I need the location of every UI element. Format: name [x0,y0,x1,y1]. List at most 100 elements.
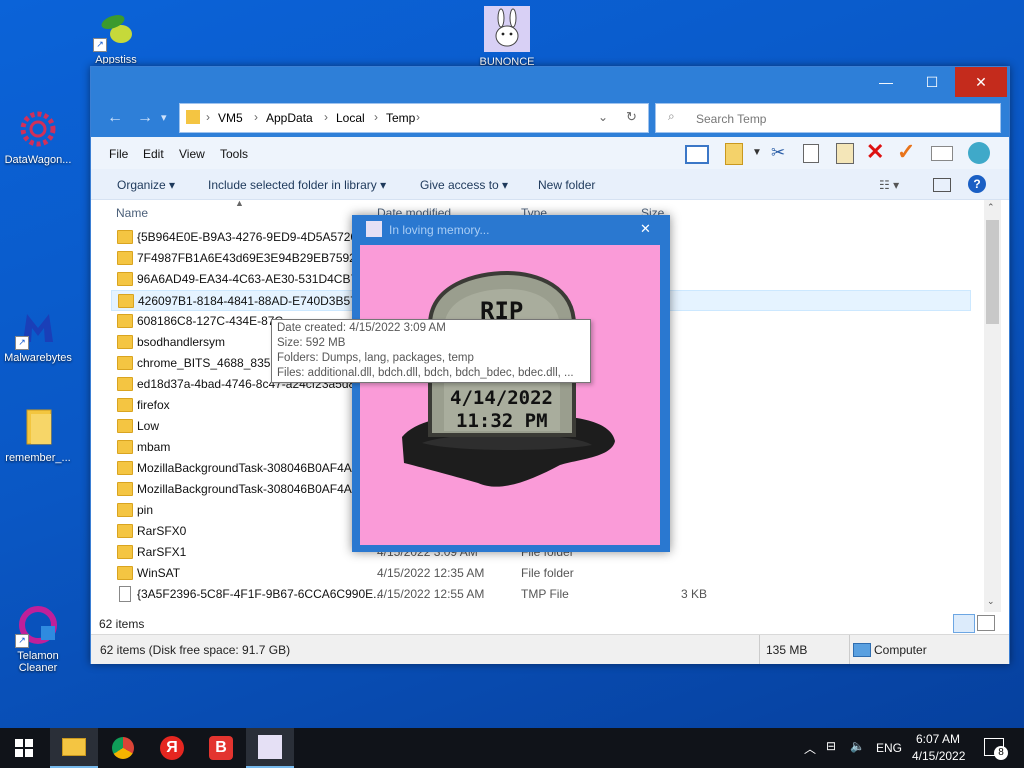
back-arrow-icon[interactable]: ← [107,109,123,127]
desktop-icon-malwarebytes[interactable]: ↗ Malwarebytes [0,306,76,364]
refresh-icon[interactable]: ↻ [626,109,637,125]
organize-button[interactable]: Organize ▾ [117,178,175,192]
forward-arrow-icon[interactable]: → [137,109,153,127]
start-icon [15,739,33,757]
shortcut-arrow-icon: ↗ [15,336,29,350]
breadcrumb-appdata[interactable]: AppData [266,111,313,125]
folder-icon [117,398,133,412]
desktop-icon-telamon[interactable]: ↗ Telamon Cleaner [0,604,76,674]
menu-view[interactable]: View [179,147,205,161]
tiles-view-icon[interactable] [977,615,995,631]
desktop-icon-remember[interactable]: remember_... [0,406,76,464]
taskbar-file-explorer[interactable] [50,728,98,768]
history-dropdown-icon[interactable]: ⌄ [598,110,608,124]
popup-close-button[interactable]: ✕ [640,221,651,237]
folder-icon [117,356,133,370]
file-size: 3 KB [681,587,708,601]
file-name: RarSFX1 [137,545,187,559]
show-hidden-icons-icon[interactable]: ︿ [804,740,816,757]
column-name[interactable]: Name [116,206,148,220]
breadcrumb-temp[interactable]: Temp [386,111,415,125]
scroll-down-icon[interactable]: ⌄ [987,596,995,607]
help-icon[interactable]: ? [968,175,986,193]
include-in-library-button[interactable]: Include selected folder in library ▾ [208,178,386,192]
file-name: WinSAT [137,566,181,580]
folder-icon [117,461,133,475]
cut-icon[interactable]: ✂ [771,143,785,163]
title-bar[interactable]: — ☐ ✕ [91,67,1009,97]
folder-icon [117,524,133,538]
items-count: 62 items [99,617,145,631]
folder-options-icon[interactable] [725,143,743,165]
scrollbar-thumb[interactable] [986,220,999,324]
computer-icon [853,643,871,657]
shell-logo-icon[interactable] [968,142,990,164]
taskbar-chrome[interactable] [99,728,147,768]
popup-title: In loving memory... [389,223,490,237]
menu-file[interactable]: File [109,147,128,161]
menu-tools[interactable]: Tools [220,147,248,161]
delete-icon[interactable]: ✕ [866,139,884,165]
checkmark-icon[interactable]: ✓ [897,139,915,165]
folder-icon [117,335,133,349]
desktop-icon-label: remember_... [5,452,71,464]
breadcrumb-vm5[interactable]: VM5 [218,111,243,125]
file-name: Low [137,419,160,433]
copy-icon[interactable] [803,144,819,163]
volume-icon[interactable]: 🔈 [850,739,865,753]
folder-icon [117,251,133,265]
tombstone-date: 4/14/2022 [450,387,553,409]
vertical-scrollbar[interactable]: ⌃ ⌄ [984,200,1001,612]
paste-icon[interactable] [836,143,854,164]
maximize-button[interactable]: ☐ [909,67,955,97]
clock-time[interactable]: 6:07 AM [916,732,960,746]
status-disk-space: 62 items (Disk free space: 91.7 GB) [100,643,291,657]
properties-icon[interactable] [931,146,953,161]
file-name: mbam [137,440,171,454]
tooltip-size: Size: 592 MB [277,337,346,349]
memorial-popup-window: In loving memory... ✕ RIP 4/14/2022 11:3… [352,215,670,552]
taskbar-bunny-app[interactable] [246,728,294,768]
desktop-icon-bunonce[interactable]: BUNONCE [469,6,545,66]
status-divider [759,635,760,664]
dropdown-arrow-icon[interactable]: ▼ [752,147,762,158]
network-icon[interactable]: ⊟ [826,739,836,753]
breadcrumb-separator-icon: › [206,110,210,124]
file-name: MozillaBackgroundTask-308046B0AF4A3... [137,482,369,496]
language-indicator[interactable]: ENG [876,741,902,755]
file-name: RarSFX0 [137,524,187,538]
folder-icon [17,406,59,448]
recent-dropdown-icon[interactable]: ▾ [161,111,167,124]
menu-edit[interactable]: Edit [143,147,164,161]
details-pane-icon[interactable] [933,178,951,192]
folder-icon [117,440,133,454]
tombstone-image: RIP 4/14/2022 11:32 PM [360,245,660,545]
search-box[interactable]: ⌕ Search Temp [655,103,1001,133]
breadcrumb-local[interactable]: Local [336,111,365,125]
taskbar-vivaldi[interactable]: B [197,728,245,768]
command-bar: Organize ▾ Include selected folder in li… [91,169,1009,200]
details-view-icon[interactable] [953,614,975,633]
taskbar-yandex[interactable]: Я [148,728,196,768]
scroll-up-icon[interactable]: ⌃ [987,202,995,213]
new-folder-button[interactable]: New folder [538,178,595,192]
close-button[interactable]: ✕ [955,67,1007,97]
address-bar[interactable]: › VM5 › AppData › Local › Temp › ⌄ ↻ [179,103,649,133]
preview-pane-icon[interactable] [685,145,709,164]
breadcrumb-separator-icon: › [254,110,258,124]
desktop-icon-appstiss[interactable]: ↗ Appstiss [78,8,154,64]
minimize-button[interactable]: — [863,67,909,97]
file-row[interactable]: WinSAT 4/15/2022 12:35 AM File folder [111,563,971,584]
share-label: Give access to [420,178,499,192]
folder-icon [117,419,133,433]
view-options-icon[interactable]: ☷ ▾ [879,178,899,192]
clock-date[interactable]: 4/15/2022 [912,749,965,763]
file-row[interactable]: {3A5F2396-5C8F-4F1F-9B67-6CCA6C990E... 4/… [111,584,971,605]
bunny-icon [484,6,530,52]
desktop-icon-datawagon[interactable]: DataWagon... [0,108,76,166]
file-icon [119,586,131,602]
file-explorer-icon [62,738,86,756]
desktop-icon-label: DataWagon... [4,154,72,166]
give-access-button[interactable]: Give access to ▾ [420,178,508,192]
start-button[interactable] [0,728,48,768]
